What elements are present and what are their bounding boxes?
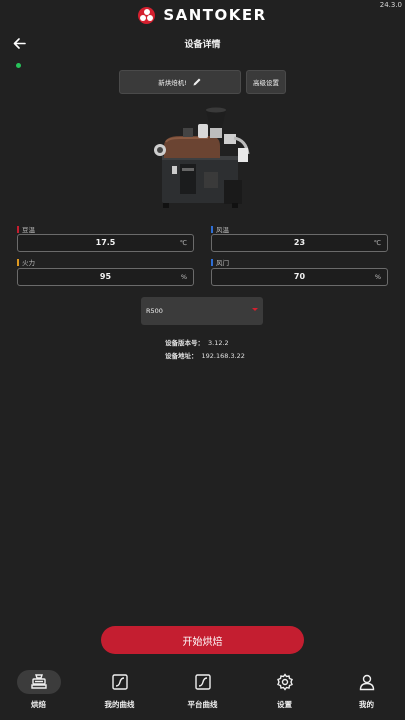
air-temp-field[interactable]: 23 ℃ (211, 234, 388, 252)
model-select-value: R500 (146, 307, 163, 315)
model-select[interactable]: R500 (141, 297, 263, 325)
bean-temp-value: 17.5 (95, 238, 116, 247)
damper-color-bar (211, 258, 213, 266)
device-version-value: 3.12.2 (208, 339, 229, 347)
roaster-icon (16, 670, 61, 694)
brand-header: SANTOKER (0, 5, 405, 25)
nav-label-settings: 设置 (277, 700, 292, 709)
pencil-icon (193, 78, 201, 86)
platform-curve-icon (181, 670, 225, 694)
fire-value: 95 (99, 272, 112, 281)
nav-item-platform-curves[interactable]: 平台曲线 (162, 665, 243, 720)
bean-temp-field[interactable]: 17.5 ℃ (17, 234, 194, 252)
device-version-info: 设备版本号： 3.12.2 (165, 339, 229, 347)
nav-item-roast[interactable]: 烘焙 (0, 665, 79, 720)
brand-name: SANTOKER (163, 6, 267, 24)
nav-label-my-curves: 我的曲线 (104, 700, 135, 709)
damper-value: 70 (293, 272, 306, 281)
connection-status-dot (16, 63, 21, 68)
page-title: 设备详情 (184, 40, 221, 50)
rename-device-label: 新烘焙机! (158, 79, 187, 87)
damper-unit: % (374, 273, 381, 281)
device-address-value: 192.168.3.22 (201, 352, 245, 360)
nav-label-platform-curves: 平台曲线 (187, 700, 218, 709)
air-temp-color-bar (211, 225, 213, 233)
air-temp-value: 23 (293, 238, 306, 247)
fire-field[interactable]: 95 % (17, 268, 194, 286)
nav-label-roast: 烘焙 (31, 700, 46, 709)
bean-temp-color-bar (17, 225, 19, 233)
air-temp-unit: ℃ (373, 239, 381, 247)
damper-field[interactable]: 70 % (211, 268, 388, 286)
bottom-nav: 烘焙 我的曲线 平台曲线 设置 我的 (0, 665, 405, 720)
user-icon (345, 670, 389, 694)
nav-item-profile[interactable]: 我的 (326, 665, 405, 720)
bean-temp-unit: ℃ (179, 239, 187, 247)
damper-label: 风门 (211, 257, 229, 267)
air-temp-label: 风温 (211, 224, 229, 234)
fire-label: 火力 (17, 257, 35, 267)
fire-color-bar (17, 258, 19, 266)
fire-unit: % (180, 273, 187, 281)
start-roast-button[interactable]: 开始烘焙 (101, 626, 304, 654)
nav-label-profile: 我的 (359, 700, 374, 709)
bean-temp-label: 豆温 (17, 224, 35, 234)
roaster-machine-image (154, 107, 250, 208)
chevron-down-icon (252, 308, 258, 311)
nav-item-my-curves[interactable]: 我的曲线 (79, 665, 160, 720)
advanced-settings-button[interactable]: 高级设置 (246, 70, 286, 94)
device-address-info: 设备地址： 192.168.3.22 (165, 352, 245, 360)
santoker-logo-icon (138, 6, 156, 24)
rename-device-button[interactable]: 新烘焙机! (119, 70, 241, 94)
curve-icon (98, 670, 142, 694)
nav-item-settings[interactable]: 设置 (244, 665, 325, 720)
gear-icon (263, 670, 307, 694)
